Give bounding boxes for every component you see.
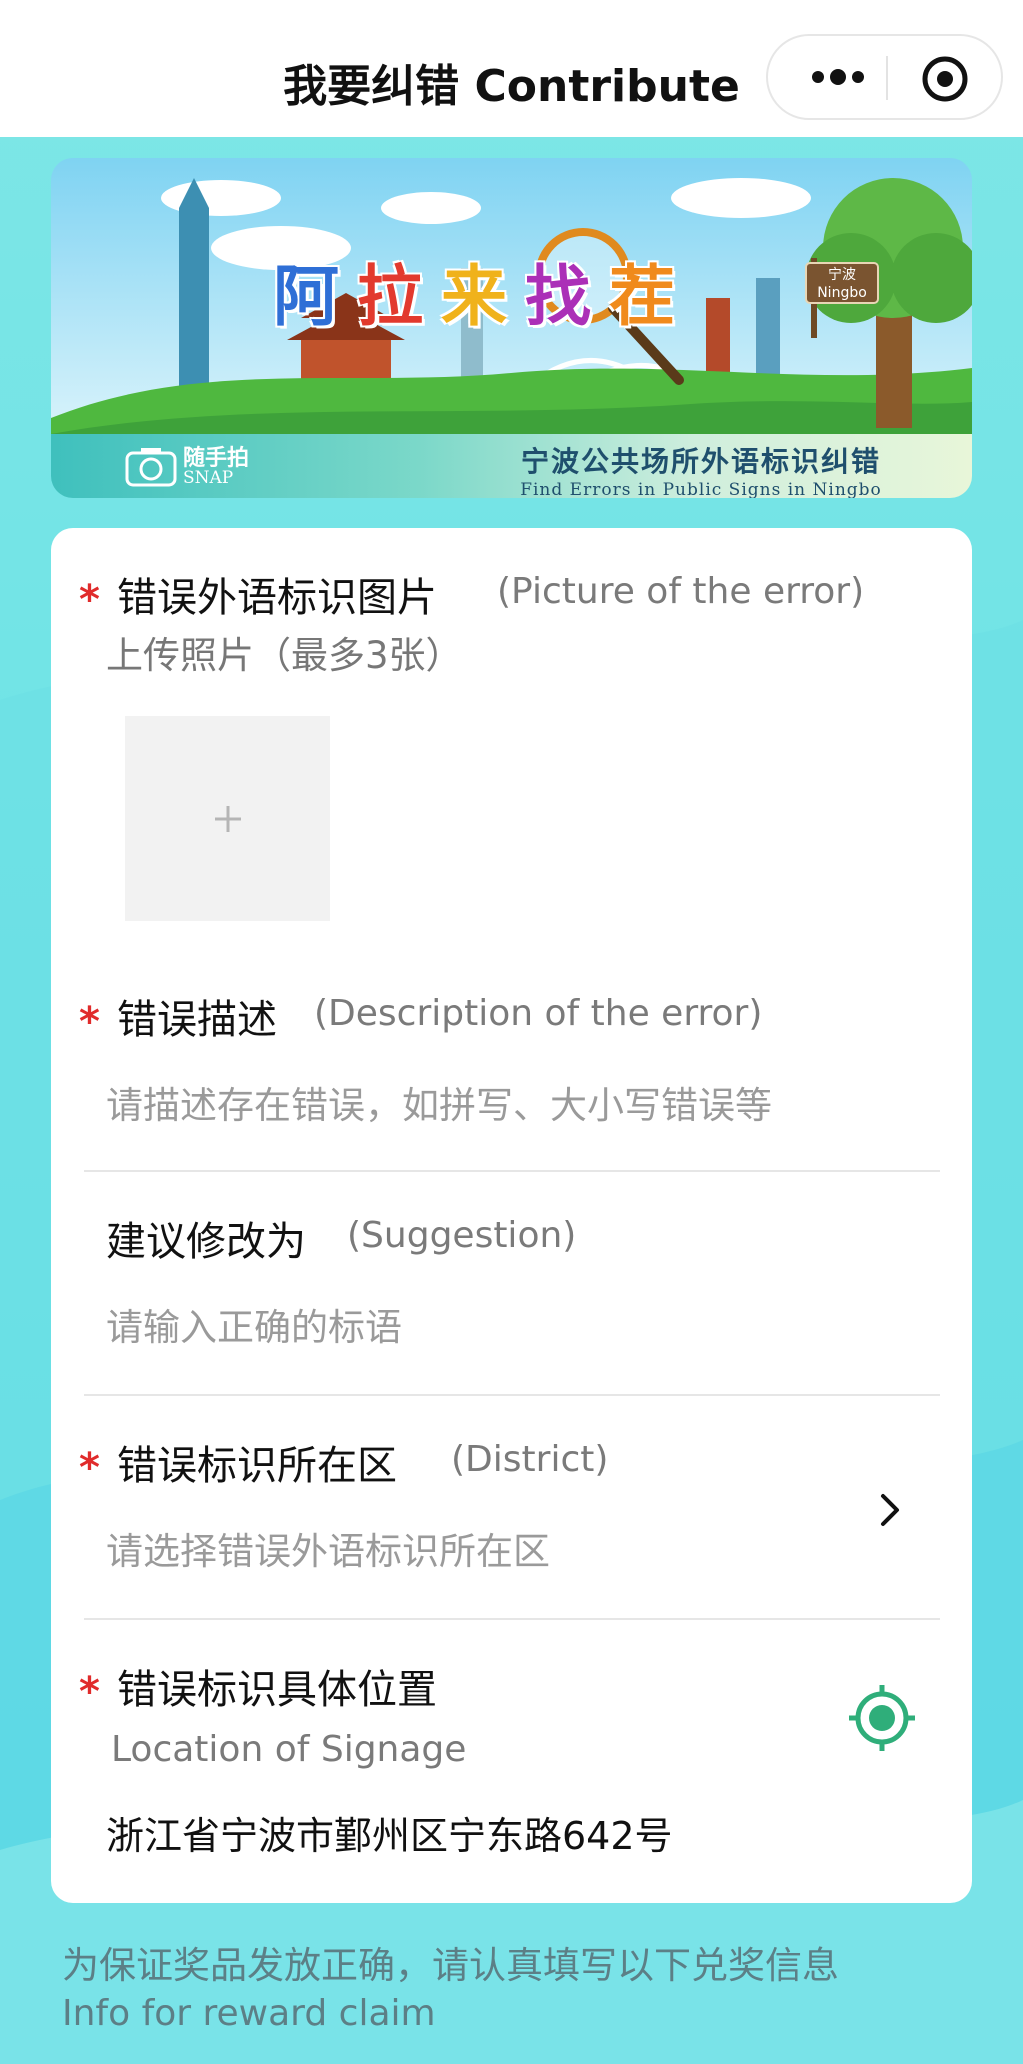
plus-icon bbox=[215, 806, 241, 832]
banner-subtitle-cn: 宁波公共场所外语标识纠错 bbox=[520, 445, 881, 478]
picture-label: 错误外语标识图片 bbox=[117, 575, 437, 621]
district-label-en: (District) bbox=[451, 1439, 609, 1480]
divider bbox=[84, 1170, 940, 1172]
reward-info-note: 为保证奖品发放正确，请认真填写以下兑奖信息 bbox=[62, 1944, 839, 1987]
more-dots-icon[interactable] bbox=[808, 60, 868, 94]
banner-subtitle-en: Find Errors in Public Signs in Ningbo bbox=[520, 480, 882, 498]
locate-icon[interactable] bbox=[847, 1683, 917, 1753]
sign-cn: 宁波 bbox=[828, 266, 856, 283]
required-mark: * bbox=[79, 1669, 100, 1715]
suggestion-label-en: (Suggestion) bbox=[347, 1215, 577, 1256]
suggestion-label: 建议修改为 bbox=[106, 1219, 306, 1265]
required-mark: * bbox=[79, 1445, 100, 1491]
district-label: 错误标识所在区 bbox=[117, 1443, 397, 1489]
snap-badge: 随手拍 SNAP bbox=[125, 444, 249, 490]
description-label: 错误描述 bbox=[117, 997, 277, 1043]
banner-title: 阿 拉 来 找 茬 bbox=[273, 236, 675, 346]
required-mark: * bbox=[79, 577, 100, 623]
snap-label-cn: 随手拍 bbox=[183, 445, 250, 471]
upload-photo-button[interactable] bbox=[125, 716, 330, 921]
banner-char-4: 找 bbox=[525, 258, 591, 335]
reward-info-note-en: Info for reward claim bbox=[62, 1993, 436, 2034]
sign-en: Ningbo bbox=[817, 285, 867, 301]
divider bbox=[84, 1394, 940, 1396]
banner-char-1: 阿 bbox=[273, 258, 339, 335]
location-label-en: Location of Signage bbox=[111, 1729, 467, 1770]
camera-icon bbox=[125, 448, 177, 487]
top-navigation-bar: 我要纠错 Contribute bbox=[0, 0, 1023, 137]
error-report-form: * 错误外语标识图片 (Picture of the error) 上传照片（最… bbox=[51, 528, 972, 1903]
banner-char-2: 拉 bbox=[357, 258, 423, 335]
location-value[interactable]: 浙江省宁波市鄞州区宁东路642号 bbox=[106, 1814, 673, 1860]
suggestion-input[interactable]: 请输入正确的标语 bbox=[106, 1306, 402, 1350]
location-label: 错误标识具体位置 bbox=[117, 1667, 437, 1713]
picture-label-en: (Picture of the error) bbox=[497, 571, 865, 612]
district-select[interactable]: 请选择错误外语标识所在区 bbox=[106, 1530, 550, 1574]
campaign-banner: 宁波 Ningbo 阿 拉 来 找 茬 随手拍 SNAP 宁波公共场所外语标识纠… bbox=[51, 158, 972, 498]
snap-label-en: SNAP bbox=[183, 467, 234, 488]
chevron-right-icon[interactable] bbox=[877, 1490, 905, 1530]
upload-hint: 上传照片（最多3张） bbox=[106, 634, 463, 677]
divider bbox=[84, 1618, 940, 1620]
banner-subtitle: 宁波公共场所外语标识纠错 Find Errors in Public Signs… bbox=[461, 440, 941, 498]
description-input[interactable]: 请描述存在错误，如拼写、大小写错误等 bbox=[106, 1084, 772, 1128]
description-label-en: (Description of the error) bbox=[314, 993, 763, 1034]
required-mark: * bbox=[79, 999, 100, 1045]
target-circle-icon[interactable] bbox=[920, 54, 970, 104]
capsule-divider bbox=[886, 56, 888, 100]
mini-program-capsule bbox=[766, 34, 1003, 120]
banner-char-3: 来 bbox=[441, 258, 507, 335]
banner-char-5: 茬 bbox=[609, 258, 675, 335]
